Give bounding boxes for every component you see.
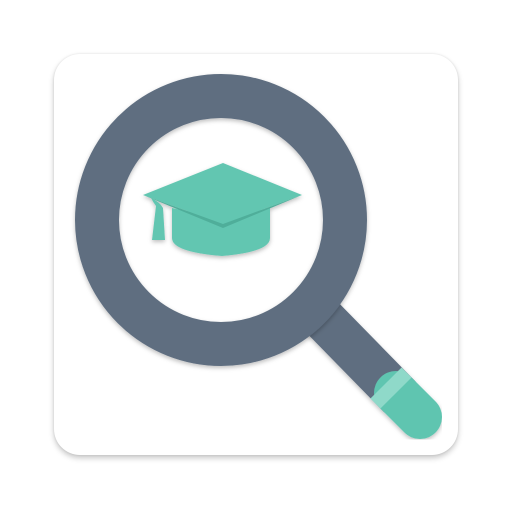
app-icon-canvas [0, 0, 512, 512]
magnifier-icon [75, 74, 442, 439]
graduation-cap-icon [143, 163, 302, 256]
magnifier-handle [294, 289, 442, 439]
